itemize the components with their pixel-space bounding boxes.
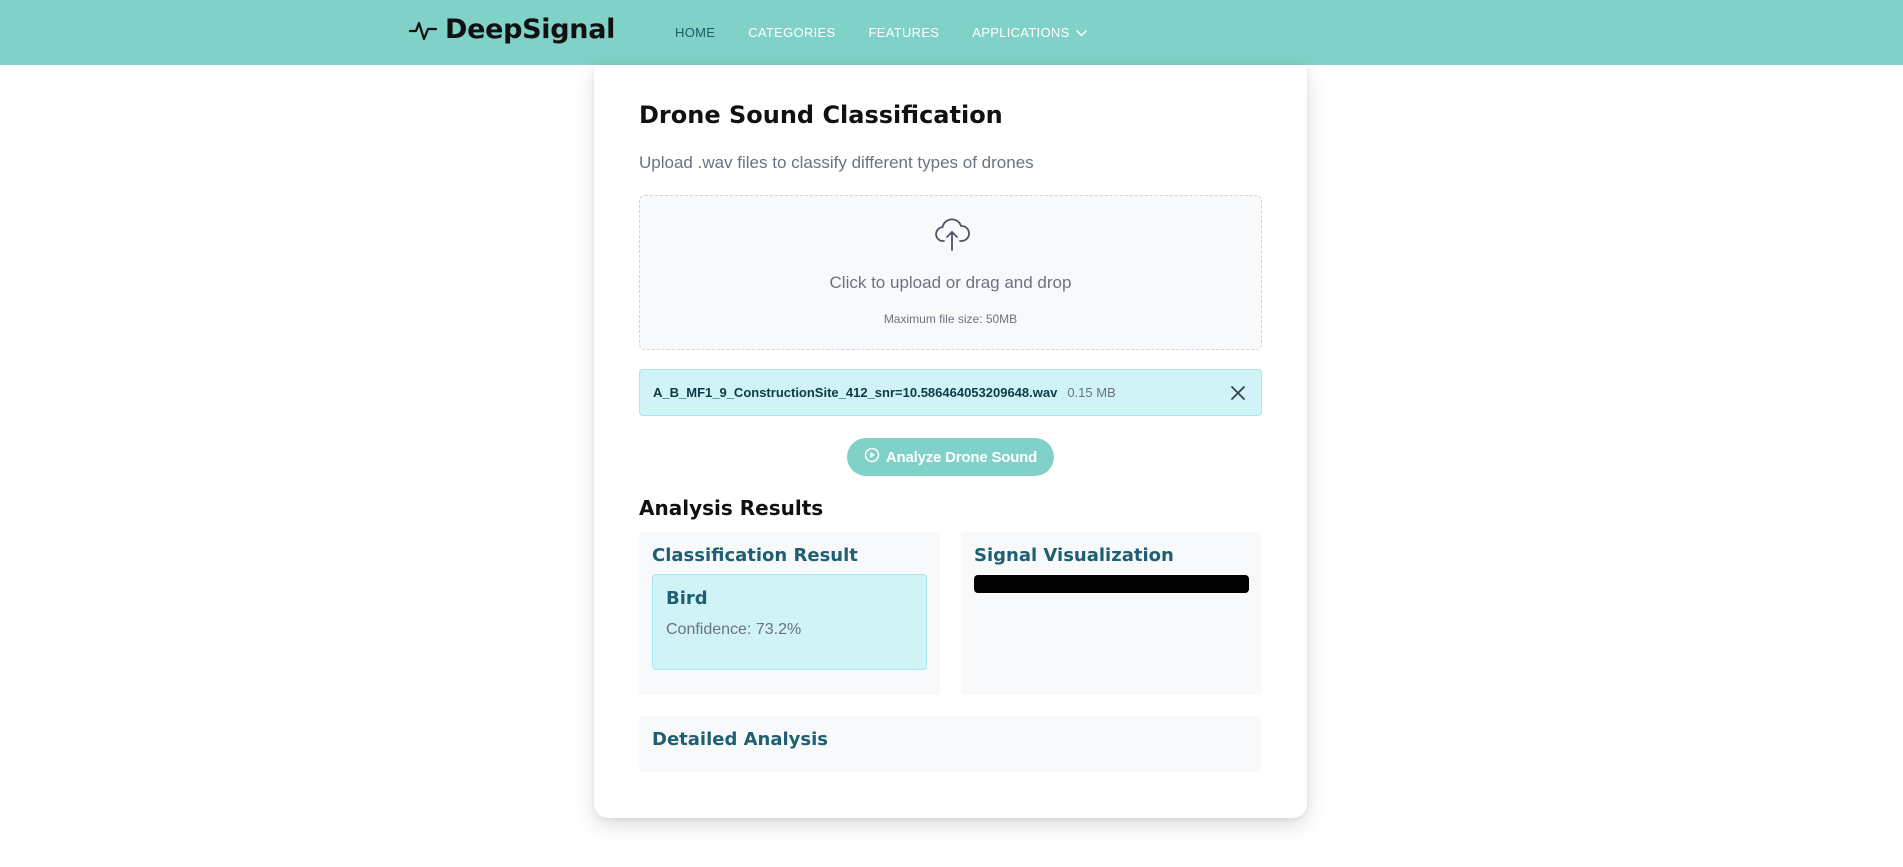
analyze-button[interactable]: Analyze Drone Sound — [847, 438, 1054, 476]
play-circle-icon — [864, 447, 880, 467]
nav-features-label: FEATURES — [868, 25, 940, 40]
upload-dropzone[interactable]: Click to upload or drag and drop Maximum… — [639, 195, 1262, 350]
signal-panel: Signal Visualization — [961, 532, 1262, 695]
nav-categories-label: CATEGORIES — [748, 25, 836, 40]
page-title: Drone Sound Classification — [639, 101, 1003, 129]
cloud-upload-icon — [934, 218, 970, 257]
classification-panel: Classification Result Bird Confidence: 7… — [639, 532, 940, 695]
upload-instruction: Click to upload or drag and drop — [829, 273, 1072, 292]
brand-logo[interactable]: DeepSignal — [409, 14, 615, 45]
nav-home-label: HOME — [675, 25, 716, 40]
brand-name: DeepSignal — [445, 14, 616, 45]
signal-visualization — [974, 575, 1249, 593]
detail-panel: Detailed Analysis — [639, 716, 1262, 772]
page-subtitle: Upload .wav files to classify different … — [639, 153, 1034, 172]
chevron-down-icon — [1075, 25, 1087, 40]
nav-categories[interactable]: CATEGORIES — [748, 25, 835, 40]
result-confidence: Confidence: 73.2% — [666, 621, 802, 638]
pulse-icon — [409, 18, 437, 42]
analyze-button-label: Analyze Drone Sound — [885, 448, 1038, 466]
result-label: Bird — [666, 588, 708, 609]
top-navbar: DeepSignal HOME CATEGORIES FEATURES APPL… — [0, 0, 1903, 65]
nav-applications[interactable]: APPLICATIONS — [972, 25, 1087, 40]
classification-card: Drone Sound Classification Upload .wav f… — [594, 65, 1307, 818]
results-heading: Analysis Results — [639, 496, 824, 520]
nav-features[interactable]: FEATURES — [868, 25, 939, 40]
nav-home[interactable]: HOME — [675, 25, 715, 40]
classification-title: Classification Result — [652, 545, 858, 566]
close-icon[interactable] — [1229, 384, 1247, 402]
file-name: A_B_MF1_9_ConstructionSite_412_snr=10.58… — [653, 385, 1058, 400]
file-size: 0.15 MB — [1067, 385, 1116, 400]
nav-applications-label: APPLICATIONS — [972, 25, 1070, 40]
main-nav: HOME CATEGORIES FEATURES APPLICATIONS — [675, 0, 1087, 65]
signal-title: Signal Visualization — [974, 545, 1174, 566]
upload-size-hint: Maximum file size: 50MB — [883, 312, 1018, 326]
selected-file: A_B_MF1_9_ConstructionSite_412_snr=10.58… — [639, 369, 1262, 416]
detail-title: Detailed Analysis — [652, 729, 828, 750]
classification-result: Bird Confidence: 73.2% — [652, 574, 927, 670]
